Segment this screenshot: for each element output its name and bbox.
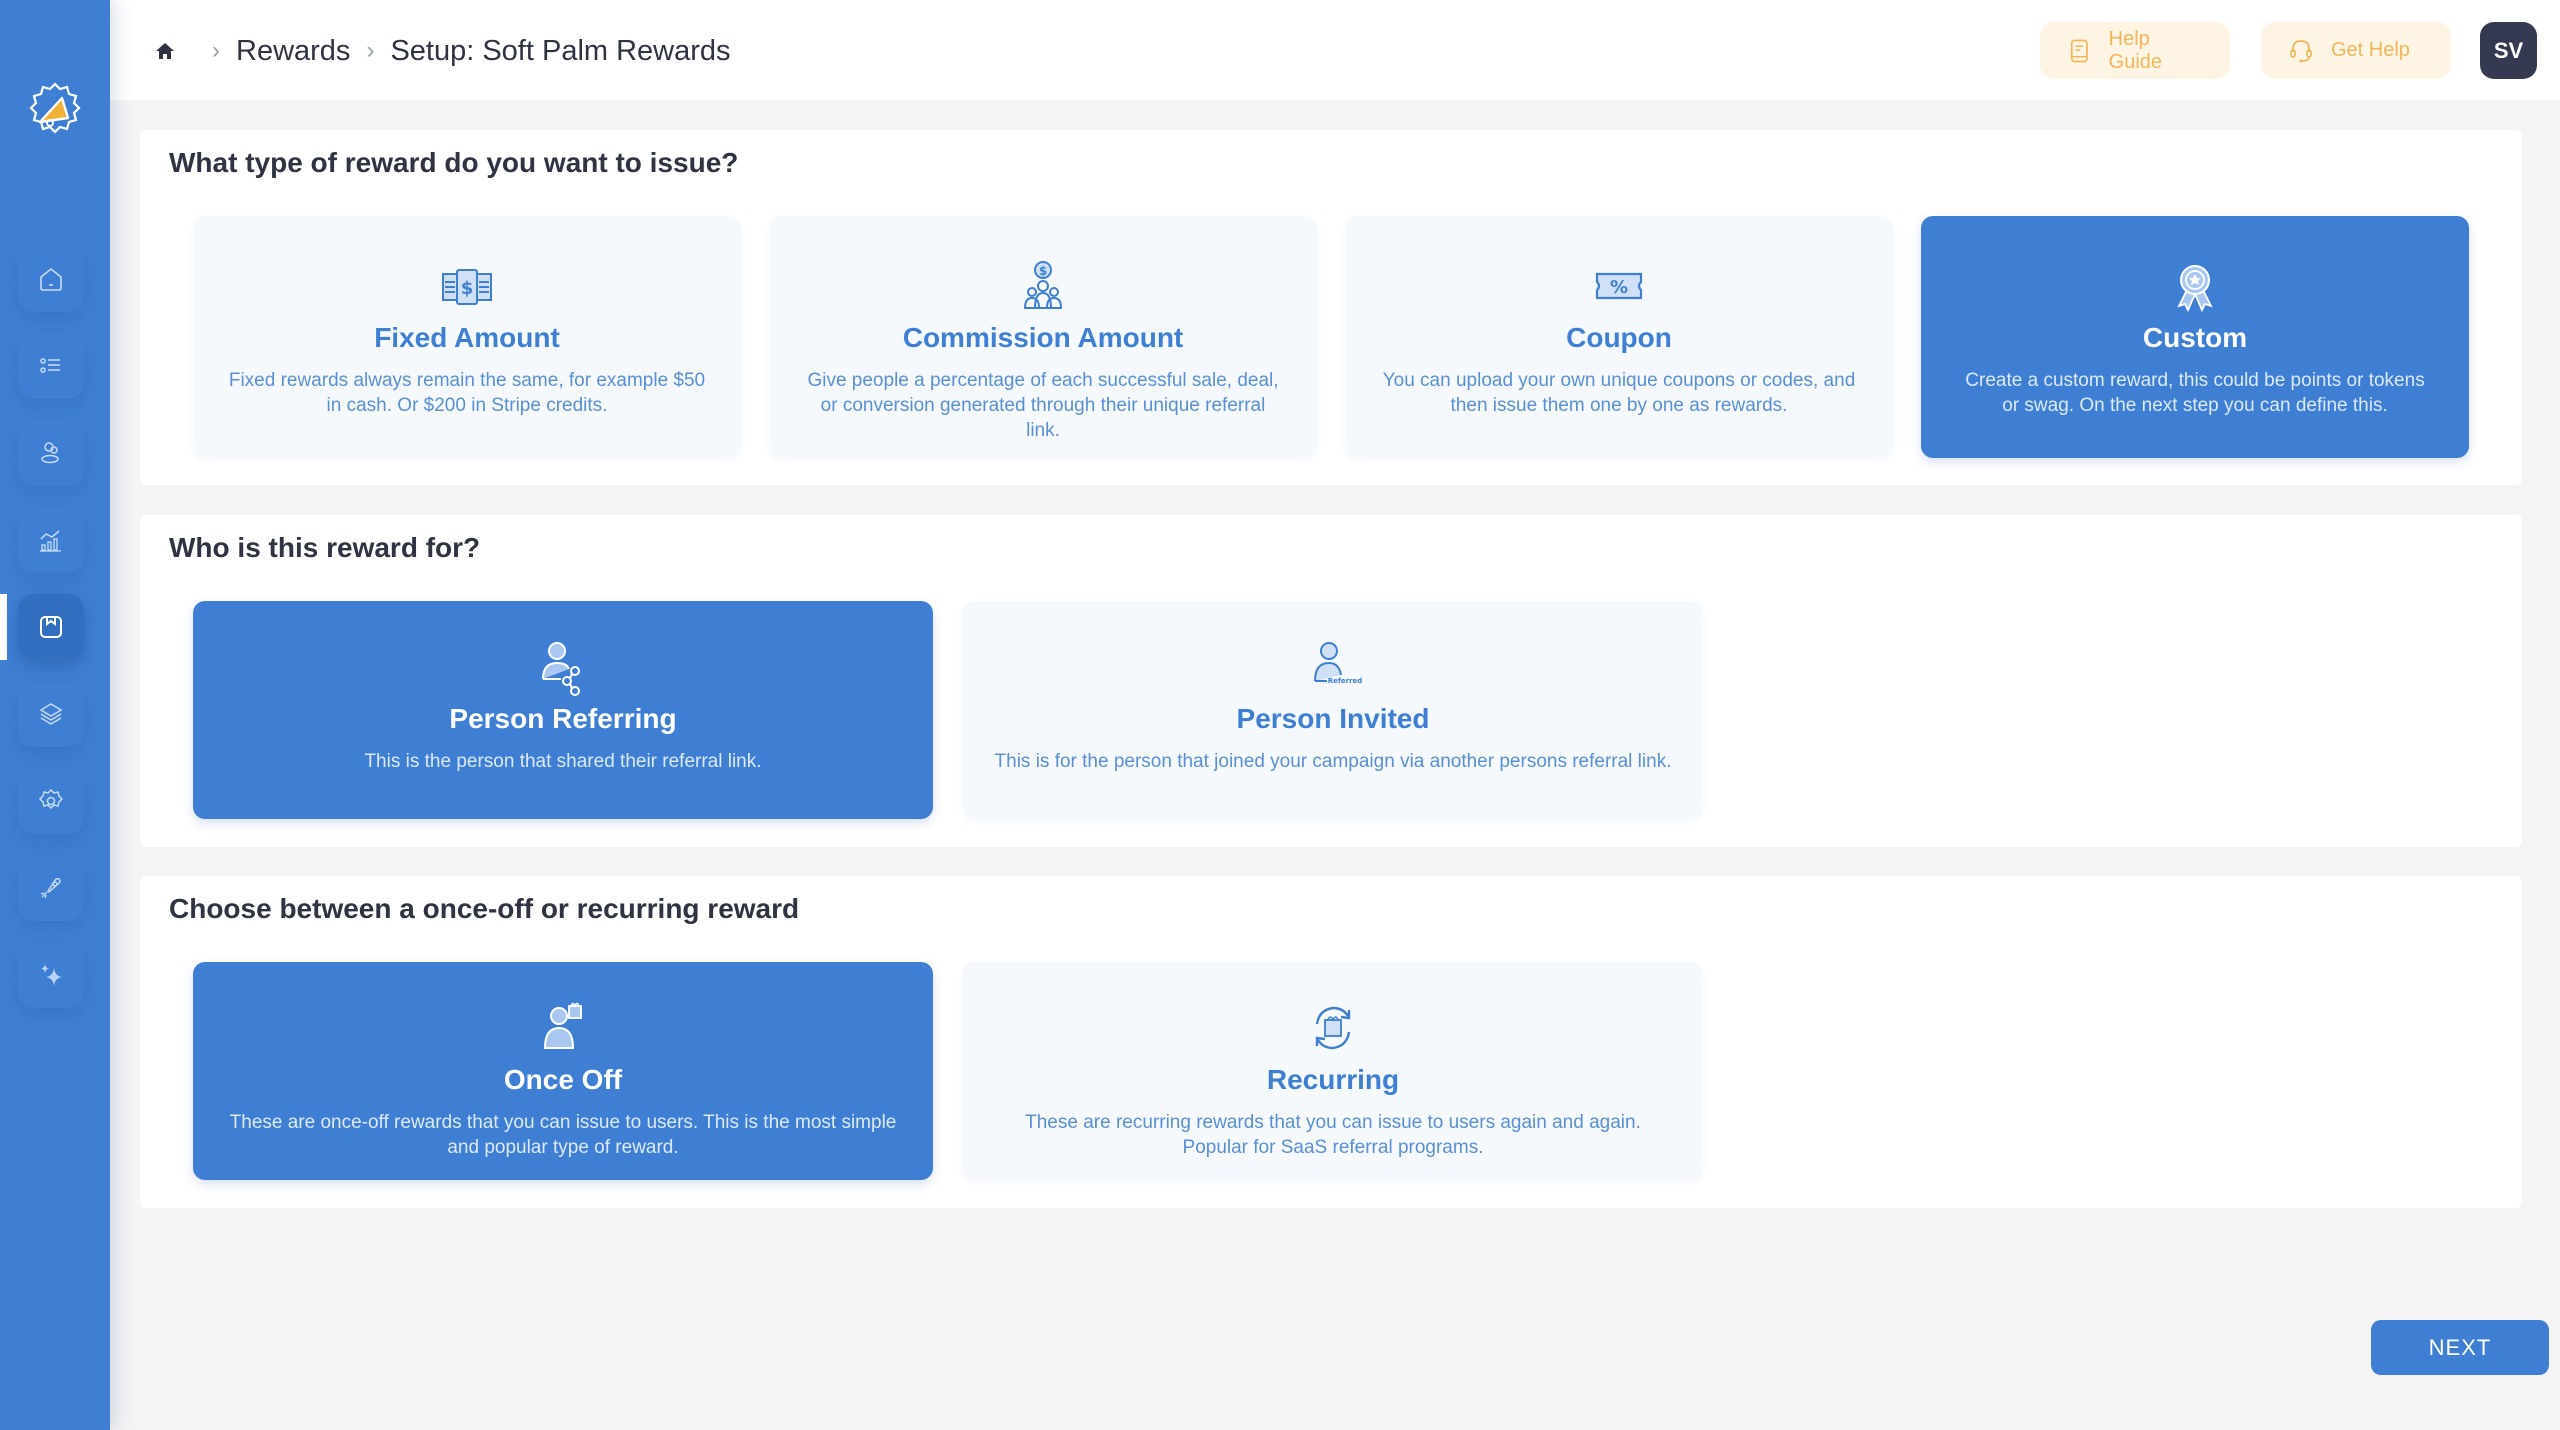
card-title: Person Invited [1236, 703, 1430, 734]
commission-icon: $ [1023, 261, 1063, 309]
reward-type-fixed-amount[interactable]: $ Fixed Amount Fixed rewards always rema… [193, 216, 741, 458]
svg-text:$: $ [461, 278, 474, 299]
card-title: Person Referring [449, 703, 677, 734]
breadcrumb-current: Setup: Soft Palm Rewards [390, 34, 731, 67]
help-guide-button[interactable]: Help Guide [2040, 22, 2230, 79]
card-title: Custom [2142, 322, 2248, 353]
sidebar-item-layers[interactable] [18, 681, 84, 747]
card-title: Recurring [1266, 1064, 1400, 1095]
chevron-right-icon: › [366, 37, 375, 64]
recipient-person-invited[interactable]: Referred Person Invited This is for the … [963, 601, 1703, 819]
app-logo[interactable] [26, 80, 84, 138]
card-description: You can upload your own unique coupons o… [1382, 370, 1856, 416]
app-root: › Rewards › Setup: Soft Palm Rewards Hel… [0, 0, 2560, 1430]
person-gift-icon [543, 1002, 582, 1049]
reward-type-section: What type of reward do you want to issue… [140, 130, 2522, 485]
card-description: This is the person that shared their ref… [364, 751, 762, 772]
layers-icon [39, 703, 63, 725]
svg-text:$: $ [1039, 264, 1047, 278]
svg-text:%: % [1610, 277, 1628, 298]
card-title: Once Off [503, 1064, 623, 1095]
reward-type-custom[interactable]: Custom Create a custom reward, this coul… [1921, 216, 2469, 458]
users-icon [41, 442, 59, 464]
chart-icon [40, 530, 61, 552]
frequency-once-off[interactable]: Once Off These are once-off rewards that… [193, 962, 933, 1180]
card-description: Create a custom reward, this could be po… [1965, 370, 2425, 416]
section-title: What type of reward do you want to issue… [169, 147, 739, 178]
card-title: Fixed Amount [374, 322, 560, 353]
book-icon [2070, 39, 2088, 62]
next-button[interactable]: NEXT [2371, 1320, 2549, 1375]
sidebar-item-analytics[interactable] [18, 507, 84, 573]
reward-type-commission-amount[interactable]: $ Commission Amount Give people a percen… [769, 216, 1317, 458]
sidebar-item-ai[interactable] [18, 942, 84, 1008]
gear-icon [38, 788, 64, 810]
list-icon [40, 358, 60, 373]
breadcrumb: › Rewards › Setup: Soft Palm Rewards [154, 30, 731, 72]
active-nav-marker [0, 594, 7, 660]
sidebar-item-rewards[interactable] [18, 594, 84, 660]
card-description: These are recurring rewards that you can… [1025, 1112, 1641, 1158]
sparkles-icon [41, 964, 62, 986]
megaphone-badge-icon [29, 82, 81, 134]
person-referred-icon: Referred [1314, 642, 1363, 685]
sidebar [0, 0, 110, 1430]
sidebar-item-home[interactable] [18, 246, 84, 312]
rocket-icon [40, 878, 61, 899]
section-title: Who is this reward for? [169, 532, 481, 563]
help-guide-label: Help Guide [2108, 27, 2163, 73]
reward-type-coupon[interactable]: % Coupon You can upload your own unique … [1345, 216, 1893, 458]
card-description: These are once-off rewards that you can … [229, 1112, 897, 1158]
get-help-button[interactable]: Get Help [2261, 22, 2451, 79]
sidebar-item-settings[interactable] [18, 768, 84, 834]
frequency-recurring[interactable]: Recurring These are recurring rewards th… [963, 962, 1703, 1180]
sidebar-item-users[interactable] [18, 420, 84, 486]
svg-text:Referred: Referred [1328, 677, 1363, 685]
coupon-icon: % [1595, 272, 1643, 300]
card-description: Fixed rewards always remain the same, fo… [228, 370, 706, 416]
home-icon [40, 267, 62, 291]
card-title: Coupon [1566, 322, 1672, 353]
reward-frequency-section: Choose between a once-off or recurring r… [140, 876, 2522, 1208]
user-avatar[interactable]: SV [2480, 22, 2537, 79]
card-title: Commission Amount [902, 322, 1184, 353]
breadcrumb-rewards[interactable]: Rewards [236, 35, 350, 68]
recurring-gift-icon [1315, 1006, 1351, 1050]
top-header: › Rewards › Setup: Soft Palm Rewards Hel… [110, 0, 2560, 100]
recipient-person-referring[interactable]: Person Referring This is the person that… [193, 601, 933, 819]
home-icon[interactable] [154, 40, 176, 62]
cash-icon: $ [442, 269, 492, 305]
gift-box-icon [40, 616, 62, 638]
chevron-right-icon: › [212, 37, 220, 64]
sidebar-item-list[interactable] [18, 333, 84, 399]
headset-icon [2290, 39, 2312, 62]
badge-icon [2177, 265, 2213, 313]
card-description: Give people a percentage of each success… [807, 370, 1279, 441]
reward-recipient-section: Who is this reward for? Person Referring… [140, 515, 2522, 847]
get-help-label: Get Help [2331, 39, 2410, 61]
sidebar-item-launch[interactable] [18, 855, 84, 921]
section-title: Choose between a once-off or recurring r… [169, 893, 800, 924]
person-share-icon [542, 642, 580, 696]
card-description: This is for the person that joined your … [994, 751, 1672, 772]
